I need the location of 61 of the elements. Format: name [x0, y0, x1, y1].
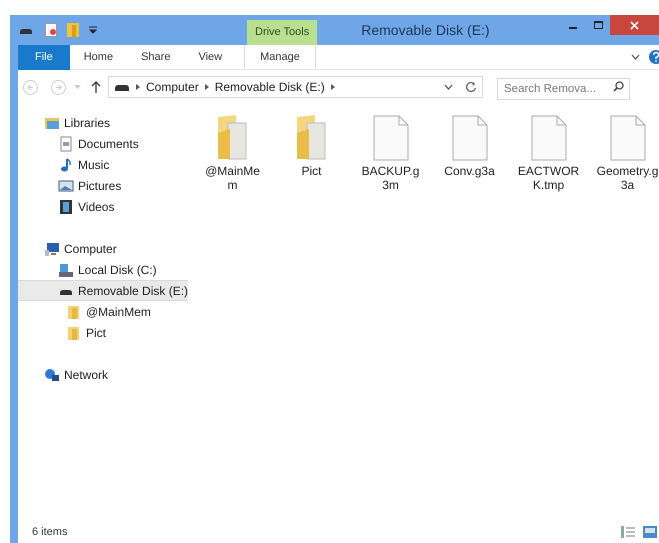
chevron-right-icon[interactable]	[330, 84, 335, 90]
sidebar-item[interactable]: @MainMem	[18, 301, 188, 322]
breadcrumb[interactable]: Removable Disk (E:)	[214, 78, 325, 96]
ribbon-tab[interactable]: Home	[70, 44, 128, 70]
document-icon	[58, 136, 74, 152]
ribbon-tab[interactable]: File	[18, 44, 70, 70]
ribbon-tab[interactable]: View	[184, 44, 236, 70]
network-icon	[44, 366, 60, 382]
help-icon[interactable]	[649, 50, 659, 64]
collapse-ribbon-icon[interactable]	[631, 54, 640, 60]
search-icon[interactable]	[613, 81, 624, 92]
ribbon-tab[interactable]: Manage	[244, 44, 316, 70]
computer-icon	[44, 240, 60, 256]
dropdown-caret-icon[interactable]	[89, 26, 97, 34]
refresh-icon[interactable]	[465, 81, 477, 93]
sidebar-item[interactable]: Computer	[18, 238, 188, 259]
sidebar-item[interactable]: Libraries	[18, 112, 188, 133]
sidebar-item[interactable]: Local Disk (C:)	[18, 259, 188, 280]
properties-icon[interactable]	[45, 23, 57, 37]
large-icons-view-icon[interactable]	[643, 526, 657, 538]
file-item[interactable]: Pict	[272, 111, 352, 178]
file-item[interactable]: EACTWORK.tmp	[509, 111, 588, 192]
hard-disk-icon	[58, 262, 74, 278]
chevron-right-icon[interactable]	[136, 84, 140, 90]
file-icon	[372, 115, 409, 161]
context-tab-header: Drive Tools	[247, 20, 318, 45]
sidebar-item[interactable]: Network	[18, 364, 188, 385]
sidebar-item[interactable]: Documents	[18, 133, 188, 154]
address-bar[interactable]: Computer Removable Disk (E:)	[108, 76, 483, 98]
breadcrumb[interactable]: Computer	[146, 78, 199, 96]
music-note-icon	[58, 156, 74, 172]
file-item[interactable]: Conv.g3a	[430, 111, 510, 178]
file-icon	[530, 115, 567, 161]
drive-icon	[60, 290, 72, 295]
film-icon	[58, 198, 74, 214]
close-icon	[630, 20, 639, 30]
maximize-icon	[594, 21, 602, 29]
file-item[interactable]: @MainMem	[193, 111, 272, 192]
file-item[interactable]: Geometry.g3a	[588, 111, 659, 192]
drive-icon	[114, 83, 130, 91]
folder-icon	[66, 324, 82, 340]
sidebar-item[interactable]: Music	[18, 154, 188, 175]
picture-icon	[58, 178, 74, 194]
file-icon	[610, 115, 646, 161]
window-title: Removable Disk (E:)	[361, 20, 490, 40]
file-item[interactable]: BACKUP.g3m	[351, 111, 430, 192]
sidebar-item[interactable]: Pictures	[18, 175, 188, 196]
ribbon-tab[interactable]: Share	[127, 44, 184, 70]
up-arrow-icon[interactable]	[91, 81, 101, 93]
dropdown-caret-icon[interactable]	[444, 84, 453, 90]
chevron-right-icon[interactable]	[204, 84, 209, 90]
search-field[interactable]: Search Remova...	[497, 78, 630, 100]
close-button[interactable]	[610, 15, 659, 35]
file-icon	[452, 115, 488, 161]
sidebar-item[interactable]: Videos	[18, 196, 188, 217]
sidebar-item[interactable]: Removable Disk (E:)	[18, 280, 188, 301]
sidebar-item[interactable]: Pict	[18, 322, 188, 343]
minimize-icon	[569, 27, 577, 29]
details-view-icon[interactable]	[621, 526, 635, 538]
item-count: 6 items	[32, 524, 68, 540]
folder-icon	[66, 304, 82, 320]
